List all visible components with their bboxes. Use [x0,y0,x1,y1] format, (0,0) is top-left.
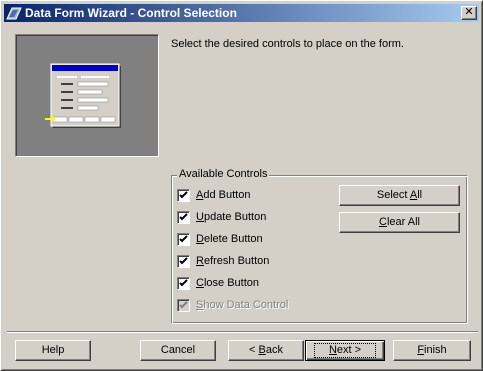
checkbox-box-disabled [177,298,190,312]
label-rest: lose Button [203,277,259,289]
checkmark-icon [179,278,188,286]
clear-all-button[interactable]: Clear All [339,212,460,233]
title-bar[interactable]: Data Form Wizard - Control Selection ✕ [4,4,479,22]
mnemonic: U [196,211,204,223]
label-rest: how Data Control [203,299,289,311]
checkmark-icon [179,190,188,198]
data-form-wizard-icon [6,7,22,20]
help-button[interactable]: Help [15,340,91,361]
select-all-button[interactable]: Select All [339,185,460,206]
checkbox-refresh-button[interactable]: Refresh Button [177,253,269,269]
btn-text: Help [41,344,65,356]
checkbox-box[interactable] [177,254,190,268]
btn-text: Cancel [160,344,196,356]
group-legend: Available Controls [177,168,270,180]
btn-text: ack [265,344,283,356]
label-rest: elete Button [203,233,263,245]
checkbox-add-button[interactable]: Add Button [177,187,250,203]
finish-button[interactable]: Finish [393,340,471,361]
mnemonic: C [379,216,387,228]
form-preview-illustration [15,34,159,157]
back-button[interactable]: < Back [228,340,304,361]
btn-text: ll [417,189,423,201]
close-icon: ✕ [464,6,474,18]
mnemonic: R [196,255,204,267]
separator-highlight [7,332,478,333]
btn-text: inish [424,344,447,356]
mnemonic: D [196,233,204,245]
label-rest: dd Button [203,189,251,201]
btn-text: ext > [336,344,362,356]
mnemonic: B [258,344,266,356]
label-rest: efresh Button [203,255,270,267]
wizard-window: Data Form Wizard - Control Selection ✕ S… [0,0,483,371]
btn-text: Select [376,189,410,201]
checkbox-close-button[interactable]: Close Button [177,275,259,291]
checkbox-box[interactable] [177,276,190,290]
checkbox-box[interactable] [177,232,190,246]
mnemonic: C [196,277,204,289]
checkbox-box[interactable] [177,188,190,202]
checkbox-label: Close Button [196,277,259,289]
checkmark-icon [179,234,188,242]
next-button[interactable]: Next > [305,340,385,361]
checkmark-icon [179,256,188,264]
checkbox-show-data-control: Show Data Control [177,297,288,313]
mnemonic: N [328,344,337,356]
checkmark-icon [179,212,188,220]
btn-text: < [249,344,259,356]
focus-rect: Next > [313,343,377,358]
checkbox-update-button[interactable]: Update Button [177,209,266,225]
checkbox-label: Show Data Control [196,299,288,311]
checkbox-label: Update Button [196,211,266,223]
checkbox-label: Add Button [196,189,250,201]
checkbox-label: Delete Button [196,233,263,245]
checkbox-delete-button[interactable]: Delete Button [177,231,263,247]
window-title: Data Form Wizard - Control Selection [25,6,237,20]
checkbox-box[interactable] [177,210,190,224]
checkbox-label: Refresh Button [196,255,269,267]
label-rest: pdate Button [203,211,267,223]
instruction-text: Select the desired controls to place on … [171,38,404,50]
checkmark-icon [179,300,188,308]
close-button[interactable]: ✕ [461,6,477,20]
cancel-button[interactable]: Cancel [140,340,216,361]
btn-text: lear All [386,216,420,228]
